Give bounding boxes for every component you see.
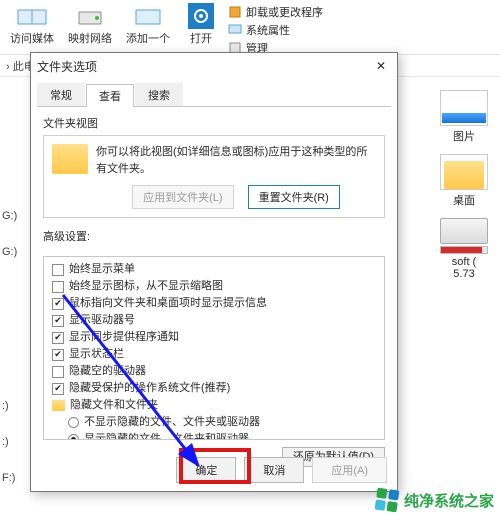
- tree-node-label: 显示状态栏: [69, 346, 124, 363]
- checkbox-icon: [52, 383, 64, 395]
- tree-node-label: 鼠标指向文件夹和桌面项时显示提示信息: [69, 295, 267, 312]
- drive-label: G:): [2, 246, 17, 258]
- drive-usage-bar: [440, 246, 488, 254]
- ribbon-label: 添加一个: [126, 30, 170, 46]
- checkbox-icon: [52, 315, 64, 327]
- ribbon-bar: 访问媒体 映射网络 添加一个 打开 卸载或更改程序 系统属性 管理: [0, 0, 500, 55]
- tab-general[interactable]: 常规: [37, 83, 85, 106]
- drive-icon: [440, 218, 488, 244]
- dialog-titlebar[interactable]: 文件夹选项 ✕: [31, 53, 397, 79]
- system-props-link[interactable]: 系统属性: [228, 22, 323, 38]
- tree-node-label: 始终显示菜单: [69, 261, 135, 278]
- folder-views-label: 文件夹视图: [43, 115, 385, 131]
- tree-node[interactable]: 显示同步提供程序通知: [46, 329, 382, 346]
- advanced-settings-label: 高级设置:: [43, 228, 385, 244]
- tree-node[interactable]: 鼠标指向文件夹和桌面项时显示提示信息: [46, 295, 382, 312]
- ribbon-item-map[interactable]: 映射网络: [64, 0, 116, 48]
- watermark-logo-icon: [375, 488, 400, 513]
- tree-node-label: 不显示隐藏的文件、文件夹或驱动器: [84, 414, 260, 431]
- checkbox-icon: [52, 366, 64, 378]
- left-drive-labels: :) :) F:): [2, 400, 15, 484]
- advanced-settings-tree[interactable]: 始终显示菜单始终显示图标，从不显示缩略图鼠标指向文件夹和桌面项时显示提示信息显示…: [43, 256, 385, 440]
- tree-node[interactable]: 显示隐藏的文件、文件夹和驱动器: [46, 431, 382, 440]
- tab-search[interactable]: 搜索: [135, 83, 183, 106]
- tree-node-label: 显示隐藏的文件、文件夹和驱动器: [84, 431, 249, 440]
- media-icon: [15, 2, 49, 30]
- ribbon-item-media[interactable]: 访问媒体: [6, 0, 58, 48]
- tree-node-label: 显示同步提供程序通知: [69, 329, 179, 346]
- tree-node-label: 隐藏文件和文件夹: [70, 397, 158, 414]
- radio-icon: [68, 417, 79, 428]
- watermark: 纯净系统之家: [376, 489, 494, 511]
- tree-node[interactable]: 显示状态栏: [46, 346, 382, 363]
- tree-node-label: 隐藏空的驱动器: [69, 363, 146, 380]
- pictures-icon: [440, 90, 488, 126]
- tree-node[interactable]: 隐藏空的驱动器: [46, 363, 382, 380]
- folder-views-group: 你可以将此视图(如详细信息或图标)应用于这种类型的所有文件夹。 应用到文件夹(L…: [43, 135, 385, 218]
- left-drive-labels: G:) G:): [2, 210, 17, 258]
- ribbon-item-add[interactable]: 添加一个: [122, 0, 174, 48]
- checkbox-icon: [52, 349, 64, 361]
- dialog-body: 文件夹视图 你可以将此视图(如详细信息或图标)应用于这种类型的所有文件夹。 应用…: [31, 107, 397, 470]
- tree-node-label: 显示驱动器号: [69, 312, 135, 329]
- pictures-folder[interactable]: 图片: [434, 90, 494, 144]
- folder-icon: [52, 400, 65, 411]
- drive-soft[interactable]: soft ( 5.73: [434, 218, 494, 280]
- checkbox-icon: [52, 281, 64, 293]
- close-icon: ✕: [376, 59, 386, 73]
- ok-button[interactable]: 确定: [176, 457, 236, 483]
- tree-node-label: 隐藏受保护的操作系统文件(推荐): [69, 380, 230, 397]
- checkbox-icon: [52, 298, 64, 310]
- apply-button: 应用(A): [312, 457, 387, 483]
- ribbon-label: 访问媒体: [10, 30, 54, 46]
- radio-icon: [68, 434, 79, 440]
- network-drive-icon: [73, 2, 107, 30]
- drive-label: :): [2, 400, 15, 412]
- file-label: 桌面: [453, 192, 475, 208]
- ribbon-right-group: 卸载或更改程序 系统属性 管理: [228, 0, 323, 56]
- checkbox-icon: [52, 264, 64, 276]
- drive-label: :): [2, 436, 15, 448]
- tree-node[interactable]: 始终显示菜单: [46, 261, 382, 278]
- ribbon-label: 映射网络: [68, 30, 112, 46]
- tree-node-label: 始终显示图标，从不显示缩略图: [69, 278, 223, 295]
- file-grid: 图片 桌面 soft ( 5.73: [434, 90, 494, 280]
- apply-to-folders-button: 应用到文件夹(L): [132, 185, 233, 209]
- close-button[interactable]: ✕: [371, 57, 391, 75]
- add-location-icon: [131, 2, 165, 30]
- checkbox-icon: [52, 332, 64, 344]
- folder-options-dialog: 文件夹选项 ✕ 常规 查看 搜索 文件夹视图 你可以将此视图(如详细信息或图标)…: [30, 52, 398, 492]
- uninstall-label: 卸载或更改程序: [246, 4, 323, 20]
- uninstall-icon: [228, 5, 242, 19]
- tree-node[interactable]: 隐藏受保护的操作系统文件(推荐): [46, 380, 382, 397]
- dialog-footer: 确定 取消 应用(A): [176, 457, 387, 483]
- uninstall-link[interactable]: 卸载或更改程序: [228, 4, 323, 20]
- settings-icon: [184, 2, 218, 30]
- tab-view[interactable]: 查看: [86, 84, 134, 107]
- cancel-button[interactable]: 取消: [244, 457, 304, 483]
- folder-icon: [440, 154, 488, 190]
- ribbon-label: 打开: [190, 30, 212, 46]
- watermark-text: 纯净系统之家: [404, 490, 494, 511]
- system-icon: [228, 23, 242, 37]
- file-label: 图片: [453, 128, 475, 144]
- dialog-title-text: 文件夹选项: [37, 58, 97, 75]
- tree-node[interactable]: 隐藏文件和文件夹: [46, 397, 382, 414]
- file-label: soft (: [452, 256, 476, 268]
- tab-strip: 常规 查看 搜索: [37, 83, 391, 107]
- system-label: 系统属性: [246, 22, 290, 38]
- desktop-folder[interactable]: 桌面: [434, 154, 494, 208]
- drive-label: G:): [2, 210, 17, 222]
- drive-label: F:): [2, 472, 15, 484]
- reset-folders-button[interactable]: 重置文件夹(R): [248, 185, 340, 209]
- ribbon-item-open[interactable]: 打开: [180, 0, 222, 48]
- folder-views-description: 你可以将此视图(如详细信息或图标)应用于这种类型的所有文件夹。: [96, 144, 376, 177]
- folder-icon: [52, 144, 88, 174]
- drive-size-label: 5.73: [453, 268, 474, 280]
- tree-node[interactable]: 不显示隐藏的文件、文件夹或驱动器: [46, 414, 382, 431]
- tree-node[interactable]: 始终显示图标，从不显示缩略图: [46, 278, 382, 295]
- tree-node[interactable]: 显示驱动器号: [46, 312, 382, 329]
